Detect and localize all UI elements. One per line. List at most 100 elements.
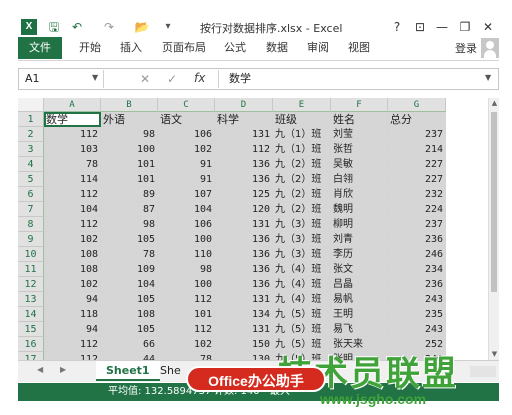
table-cell[interactable]: 125 (215, 187, 273, 202)
table-cell[interactable]: 102 (158, 337, 215, 352)
undo-icon[interactable]: ↶ (68, 19, 86, 35)
table-cell[interactable]: 114 (44, 172, 101, 187)
header-cell[interactable]: 总分 (388, 112, 446, 127)
tab-review[interactable]: 审阅 (307, 37, 329, 59)
header-cell[interactable]: 数学 (44, 112, 101, 127)
table-cell[interactable]: 105 (101, 292, 158, 307)
column-header-f[interactable]: F (331, 98, 388, 112)
table-cell[interactable]: 刘青 (331, 232, 388, 247)
row-header[interactable]: 12 (18, 277, 44, 292)
qat-customize-icon[interactable]: ▾ (160, 19, 176, 35)
table-cell[interactable]: 101 (101, 157, 158, 172)
table-cell[interactable]: 106 (158, 127, 215, 142)
table-cell[interactable]: 柳明 (331, 217, 388, 232)
table-cell[interactable]: 66 (101, 337, 158, 352)
table-cell[interactable]: 九（4）班 (273, 292, 331, 307)
table-cell[interactable]: 112 (44, 337, 101, 352)
table-cell[interactable]: 109 (101, 262, 158, 277)
table-cell[interactable]: 87 (101, 202, 158, 217)
redo-icon[interactable]: ↷ (100, 19, 118, 35)
table-cell[interactable]: 106 (158, 217, 215, 232)
help-button[interactable]: ? (387, 18, 407, 36)
tab-view[interactable]: 视图 (348, 37, 370, 59)
header-cell[interactable]: 语文 (158, 112, 215, 127)
row-header[interactable]: 8 (18, 217, 44, 232)
table-cell[interactable]: 131 (215, 322, 273, 337)
table-cell[interactable]: 张哲 (331, 142, 388, 157)
column-header-g[interactable]: G (388, 98, 446, 112)
table-cell[interactable]: 136 (215, 157, 273, 172)
column-header-d[interactable]: D (215, 98, 273, 112)
row-header[interactable]: 14 (18, 307, 44, 322)
table-cell[interactable]: 王明 (331, 307, 388, 322)
table-cell[interactable]: 九（1）班 (273, 142, 331, 157)
table-cell[interactable]: 108 (44, 262, 101, 277)
row-header[interactable]: 13 (18, 292, 44, 307)
tab-data[interactable]: 数据 (266, 37, 288, 59)
sheet-prev-icon[interactable]: ◀ (37, 365, 43, 374)
table-cell[interactable]: 105 (101, 322, 158, 337)
table-cell[interactable]: 44 (101, 352, 158, 360)
table-cell[interactable]: 224 (388, 202, 446, 217)
table-cell[interactable]: 89 (101, 187, 158, 202)
table-cell[interactable]: 78 (101, 247, 158, 262)
table-cell[interactable]: 张文 (331, 262, 388, 277)
table-cell[interactable]: 136 (215, 232, 273, 247)
formula-input[interactable]: 数学 (218, 70, 488, 88)
table-cell[interactable]: 108 (44, 247, 101, 262)
header-cell[interactable]: 班级 (273, 112, 331, 127)
table-cell[interactable]: 吴敏 (331, 157, 388, 172)
close-button[interactable]: ✕ (478, 18, 498, 36)
table-cell[interactable]: 91 (158, 172, 215, 187)
table-cell[interactable]: 102 (44, 277, 101, 292)
table-cell[interactable]: 107 (158, 187, 215, 202)
tab-home[interactable]: 开始 (79, 37, 101, 59)
table-cell[interactable]: 易飞 (331, 322, 388, 337)
table-cell[interactable]: 131 (215, 217, 273, 232)
table-cell[interactable]: 136 (215, 262, 273, 277)
table-cell[interactable]: 108 (101, 307, 158, 322)
table-cell[interactable]: 234 (388, 262, 446, 277)
column-header-b[interactable]: B (101, 98, 158, 112)
table-cell[interactable]: 九（4）班 (273, 277, 331, 292)
table-cell[interactable]: 227 (388, 172, 446, 187)
table-cell[interactable]: 110 (158, 247, 215, 262)
table-cell[interactable]: 九（2）班 (273, 172, 331, 187)
table-cell[interactable]: 131 (215, 127, 273, 142)
table-cell[interactable]: 104 (44, 202, 101, 217)
table-cell[interactable]: 78 (158, 352, 215, 360)
table-cell[interactable]: 243 (388, 292, 446, 307)
scroll-thumb[interactable] (491, 112, 497, 292)
header-cell[interactable]: 姓名 (331, 112, 388, 127)
table-cell[interactable]: 237 (388, 217, 446, 232)
table-cell[interactable]: 246 (388, 247, 446, 262)
save-icon[interactable]: 🖫 (46, 19, 62, 35)
table-cell[interactable]: 101 (158, 307, 215, 322)
table-cell[interactable]: 九（5）班 (273, 322, 331, 337)
table-cell[interactable]: 100 (101, 142, 158, 157)
ribbon-display-options-button[interactable]: ⊡ (410, 18, 430, 36)
table-cell[interactable]: 112 (158, 322, 215, 337)
column-header-a[interactable]: A (44, 98, 101, 112)
row-header[interactable]: 9 (18, 232, 44, 247)
header-cell[interactable]: 科学 (215, 112, 273, 127)
table-cell[interactable]: 100 (158, 232, 215, 247)
sheet-next-icon[interactable]: ▶ (60, 365, 66, 374)
table-cell[interactable]: 134 (215, 307, 273, 322)
table-cell[interactable]: 243 (388, 322, 446, 337)
table-cell[interactable]: 九（1）班 (273, 127, 331, 142)
table-cell[interactable]: 九（3）班 (273, 217, 331, 232)
table-cell[interactable]: 九（3）班 (273, 232, 331, 247)
table-cell[interactable]: 98 (101, 127, 158, 142)
table-cell[interactable]: 78 (44, 157, 101, 172)
table-cell[interactable]: 98 (158, 262, 215, 277)
restore-button[interactable]: ❐ (455, 18, 475, 36)
table-cell[interactable]: 120 (215, 202, 273, 217)
table-cell[interactable]: 98 (101, 217, 158, 232)
row-header[interactable]: 11 (18, 262, 44, 277)
expand-formula-bar-icon[interactable]: ▼ (485, 73, 491, 82)
table-cell[interactable]: 九（4）班 (273, 262, 331, 277)
row-header[interactable]: 5 (18, 172, 44, 187)
avatar-icon[interactable] (481, 38, 499, 58)
table-cell[interactable]: 112 (44, 352, 101, 360)
